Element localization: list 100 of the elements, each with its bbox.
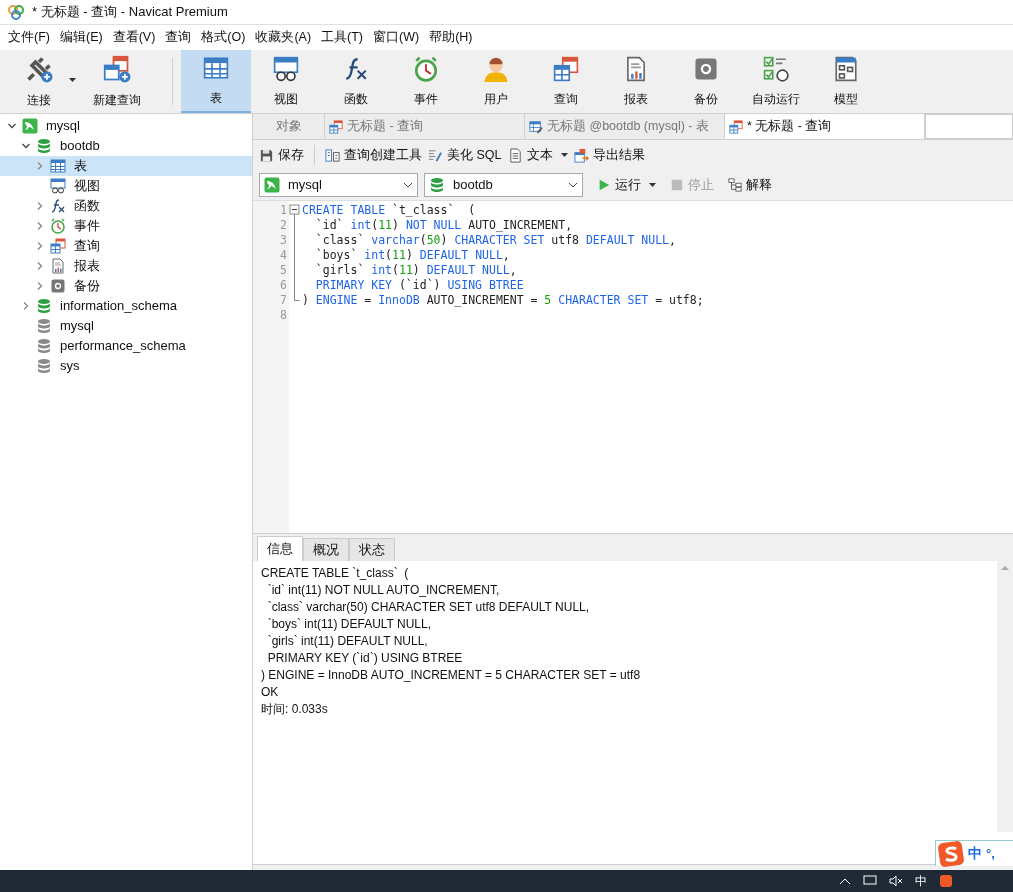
database-icon [36, 318, 52, 334]
search-field[interactable] [925, 114, 1013, 139]
toolbar-button[interactable]: 表 [181, 50, 251, 113]
toolbar-button[interactable]: 文本 [507, 145, 568, 165]
ime-mode[interactable]: 中 [968, 843, 982, 864]
ime-punctuation[interactable]: °, [986, 843, 995, 864]
tree-label: 事件 [74, 217, 100, 236]
menu-item[interactable]: 查询 [165, 28, 192, 47]
code-line: `boys` int(11) DEFAULT NULL, [314, 248, 510, 262]
code-line: CREATE TABLE `t_class` ( [302, 203, 476, 217]
toolbar-button[interactable]: 视图 [251, 50, 321, 113]
checklist-clock-icon [763, 55, 789, 82]
tree-item[interactable]: sys [0, 356, 252, 376]
menu-item[interactable]: 收藏夹(A) [255, 28, 312, 47]
tree-item[interactable]: 函数 [0, 196, 252, 216]
database-icon [36, 138, 52, 154]
menu-item[interactable]: 文件(F) [8, 28, 50, 47]
line-number: 6 [280, 278, 287, 293]
chevron-up-icon[interactable] [839, 877, 851, 885]
result-tab[interactable]: 概况 [303, 538, 349, 561]
document-tab[interactable]: 无标题 @bootdb (mysql) - 表 [525, 114, 725, 139]
table-icon [50, 158, 66, 174]
chevron-down-icon [568, 182, 578, 188]
fold-toggle-icon[interactable] [289, 203, 300, 218]
toolbar-button[interactable]: 导出结果 [573, 145, 645, 165]
document-tab[interactable]: * 无标题 - 查询 [725, 114, 925, 139]
tree-item[interactable]: 事件 [0, 216, 252, 236]
ime-tray-icon[interactable] [939, 874, 953, 888]
toolbar-button[interactable]: 保存 [259, 145, 304, 165]
save-icon [259, 147, 274, 163]
tree-item[interactable]: 查询 [0, 236, 252, 256]
tree-item[interactable]: 报表 [0, 256, 252, 276]
query-builder-icon [325, 147, 340, 163]
document-tab[interactable]: 对象 [253, 114, 325, 139]
table-icon [203, 54, 229, 81]
tree-item[interactable]: mysql [0, 316, 252, 336]
result-tab[interactable]: 状态 [349, 538, 395, 561]
tree-item[interactable]: mysql [0, 116, 252, 136]
database-icon [429, 177, 445, 193]
tree-item[interactable]: bootdb [0, 136, 252, 156]
toolbar-button[interactable]: 查询 [531, 50, 601, 113]
toolbar-button[interactable]: 报表 [601, 50, 671, 113]
document-tab[interactable]: 无标题 - 查询 [325, 114, 525, 139]
menu-item[interactable]: 工具(T) [321, 28, 363, 47]
select-dropdown[interactable]: mysql [259, 173, 418, 197]
tree-item[interactable]: 备份 [0, 276, 252, 296]
code-line: ) ENGINE = InnoDB AUTO_INCREMENT = 5 CHARACTER SET = utf8; [302, 293, 704, 307]
menu-item[interactable]: 查看(V) [112, 28, 156, 47]
network-icon[interactable] [863, 875, 877, 887]
select-dropdown[interactable]: bootdb [424, 173, 583, 197]
menu-item[interactable]: 帮助(H) [429, 28, 473, 47]
result-line: ) ENGINE = InnoDB AUTO_INCREMENT = 5 CHARACTER SET = utf8 [261, 667, 642, 684]
chevron-right-icon[interactable] [35, 161, 45, 171]
play-icon [597, 178, 611, 192]
toolbar-button[interactable]: 备份 [671, 50, 741, 113]
database-icon [36, 298, 52, 314]
scrollbar[interactable] [997, 561, 1013, 832]
document-icon [507, 147, 523, 163]
toolbar-button[interactable]: 美化 SQL [428, 145, 502, 165]
ime-toolbar[interactable]: 中 °, [935, 840, 1013, 866]
caret-icon[interactable] [69, 78, 76, 82]
menu-item[interactable]: 编辑(E) [59, 28, 103, 47]
tree-label: information_schema [60, 297, 178, 316]
speaker-muted-icon[interactable] [889, 875, 903, 887]
code-line: PRIMARY KEY (`id`) USING BTREE [314, 278, 524, 292]
toolbar-button[interactable]: 模型 [811, 50, 881, 113]
result-line: PRIMARY KEY (`id`) USING BTREE [266, 650, 464, 667]
tree-item[interactable]: performance_schema [0, 336, 252, 356]
tree-label: sys [60, 357, 80, 376]
toolbar-button[interactable]: 自动运行 [741, 50, 811, 113]
tree-item[interactable]: 表 [0, 156, 252, 176]
input-language[interactable]: 中 [915, 872, 927, 890]
toolbar-button[interactable]: 运行 [597, 175, 656, 195]
toolbar-button[interactable]: 函数 [321, 50, 391, 113]
fold-end-icon [294, 293, 300, 301]
toolbar-button[interactable]: 新建查询 [78, 50, 156, 113]
result-line: 时间: 0.033s [261, 701, 329, 718]
tree-item[interactable]: information_schema [0, 296, 252, 316]
stop-icon [670, 178, 684, 192]
toolbar-button[interactable]: 事件 [391, 50, 461, 113]
menu-item[interactable]: 窗口(W) [373, 28, 420, 47]
tree-item[interactable]: 视图 [0, 176, 252, 196]
backup-icon [50, 278, 66, 294]
line-number: 5 [280, 263, 287, 278]
toolbar-button[interactable]: 用户 [461, 50, 531, 113]
function-icon [343, 55, 369, 82]
toolbar-button[interactable]: 连接 [0, 50, 78, 113]
backup-icon [693, 55, 719, 82]
toolbar-button[interactable]: 查询创建工具 [325, 145, 422, 165]
query-icon [329, 119, 343, 134]
toolbar-button[interactable]: 解释 [728, 175, 772, 195]
code-line: `id` int(11) NOT NULL AUTO_INCREMENT, [314, 218, 573, 232]
scroll-up-icon[interactable] [1001, 565, 1009, 570]
menu-item[interactable]: 格式(O) [201, 28, 246, 47]
result-tab[interactable]: 信息 [257, 536, 303, 561]
result-line: CREATE TABLE `t_class` ( [261, 565, 410, 582]
function-icon [50, 198, 66, 214]
new-query-icon [103, 54, 131, 83]
tree-label: 报表 [74, 257, 100, 276]
result-line: `id` int(11) NOT NULL AUTO_INCREMENT, [266, 582, 501, 599]
